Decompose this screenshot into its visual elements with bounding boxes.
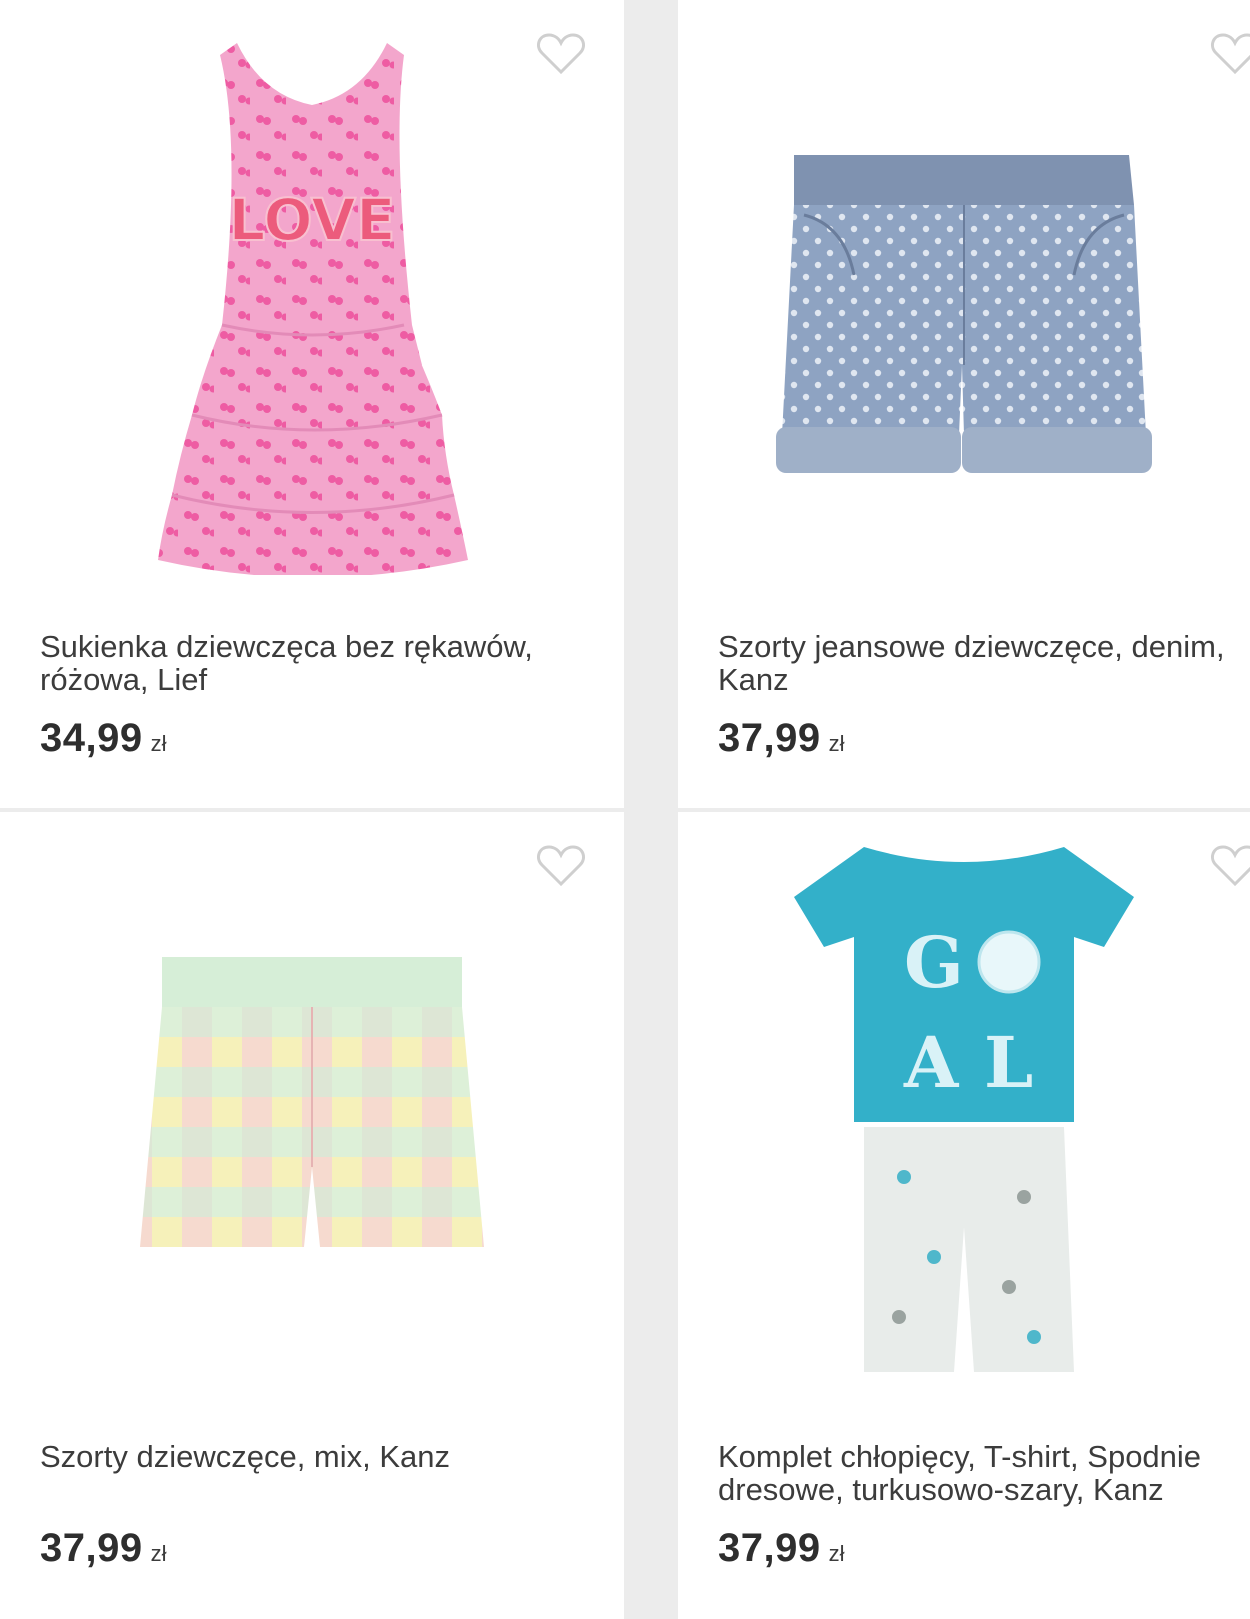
price-currency: zł — [150, 731, 167, 756]
product-price: 37,99 zł — [718, 1526, 845, 1571]
product-card[interactable]: Szorty jeansowe dziewczęce, denim, Kanz … — [678, 0, 1250, 808]
price-currency: zł — [150, 1541, 167, 1566]
product-title[interactable]: Sukienka dziewczęca bez rękawów, różowa,… — [40, 630, 620, 696]
price-amount: 37,99 — [718, 716, 821, 760]
product-image[interactable]: LOVE — [0, 0, 624, 610]
denim-shorts-image — [776, 155, 1152, 473]
product-image[interactable] — [0, 812, 624, 1422]
product-card[interactable]: LOVE Sukienka dziewczęca bez rękawów, ró… — [0, 0, 624, 808]
favorite-heart-icon[interactable] — [536, 844, 586, 888]
svg-text:LOVE: LOVE — [228, 186, 395, 254]
tshirt-set-image: G A L — [794, 847, 1134, 1372]
plaid-shorts-image — [140, 957, 484, 1247]
product-image[interactable]: G A L — [678, 812, 1250, 1422]
product-price: 37,99 zł — [718, 716, 845, 761]
price-amount: 37,99 — [40, 1526, 143, 1570]
favorite-heart-icon[interactable] — [1210, 844, 1250, 888]
price-amount: 37,99 — [718, 1526, 821, 1570]
product-card[interactable]: Szorty dziewczęce, mix, Kanz 37,99 zł — [0, 812, 624, 1619]
svg-text:L: L — [984, 1021, 1033, 1104]
product-price: 37,99 zł — [40, 1526, 167, 1571]
product-title[interactable]: Szorty jeansowe dziewczęce, denim, Kanz — [718, 630, 1250, 696]
favorite-heart-icon[interactable] — [1210, 32, 1250, 76]
product-card[interactable]: G A L Komplet chłopięcy, T-shirt, Spodni… — [678, 812, 1250, 1619]
favorite-heart-icon[interactable] — [536, 32, 586, 76]
price-currency: zł — [828, 1541, 845, 1566]
product-price: 34,99 zł — [40, 716, 167, 761]
product-title[interactable]: Komplet chłopięcy, T-shirt, Spodnie dres… — [718, 1440, 1250, 1506]
pink-dress-image: LOVE — [158, 43, 468, 575]
svg-text:G: G — [904, 921, 964, 1004]
price-currency: zł — [828, 731, 845, 756]
product-grid: LOVE Sukienka dziewczęca bez rękawów, ró… — [0, 0, 1250, 1619]
price-amount: 34,99 — [40, 716, 143, 760]
svg-text:A: A — [903, 1021, 960, 1104]
product-image[interactable] — [678, 0, 1250, 610]
product-title[interactable]: Szorty dziewczęce, mix, Kanz — [40, 1440, 620, 1473]
